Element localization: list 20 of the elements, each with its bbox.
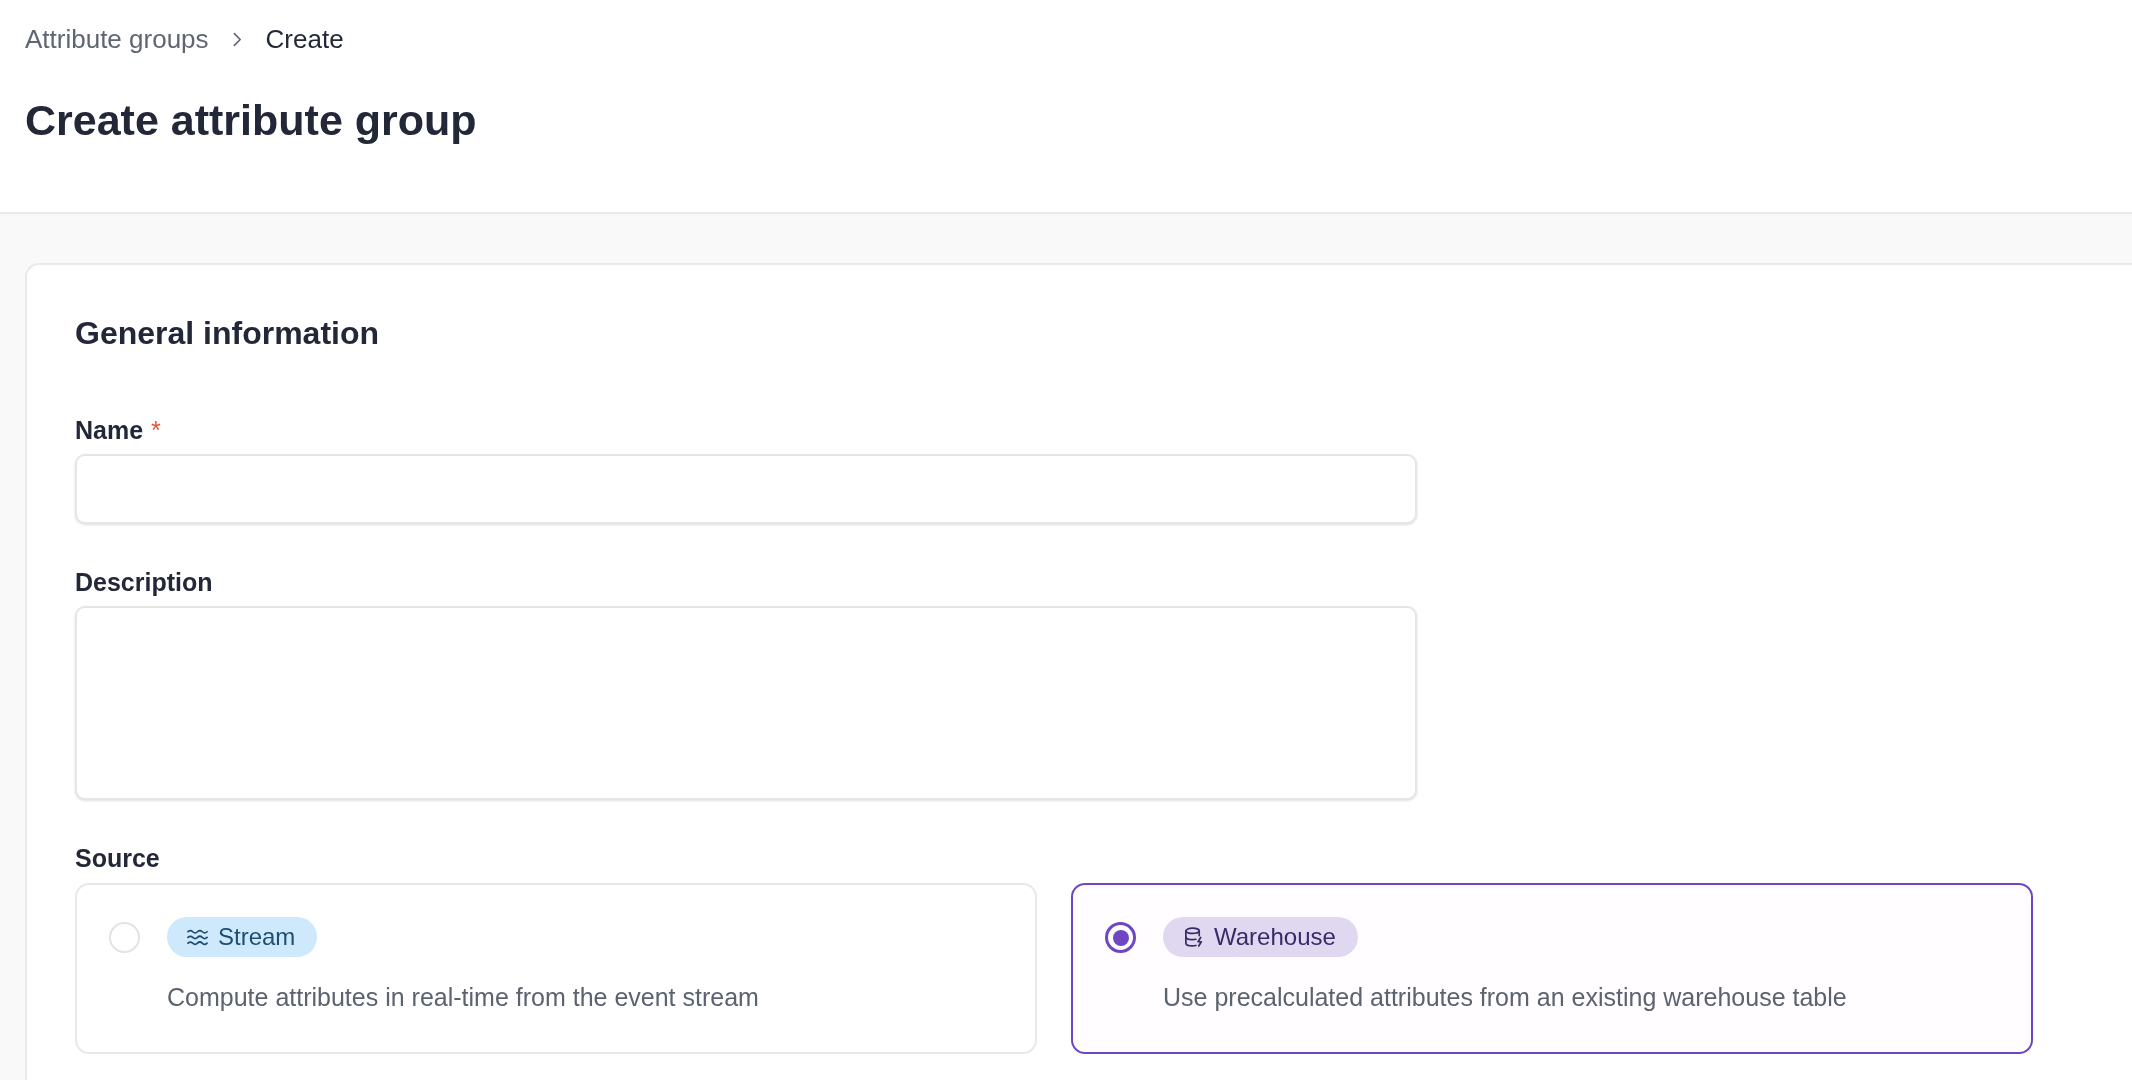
textarea-field[interactable] [75,606,1417,800]
source-option-card[interactable]: Stream Compute attributes in real-time from the event stream [75,883,1037,1054]
waves-icon [187,927,208,947]
required-mark: * [151,415,161,446]
tag-label: Warehouse [1214,922,1336,952]
breadcrumb-current[interactable]: Create [265,22,344,56]
breadcrumb-link[interactable]: Attribute groups [25,22,209,56]
field-label: Source [75,843,160,874]
source-option-card[interactable]: Warehouse Use precalculated attributes from an existing warehouse table [1071,883,2033,1054]
database-icon [1183,927,1204,947]
option-description: Use precalculated attributes from an existing warehouse table [1163,982,1847,1013]
field-label: Name [75,415,144,446]
text-input[interactable] [75,454,1417,524]
page-title: Create attribute group [25,95,477,146]
radio-button[interactable] [1105,922,1136,953]
chevron-right-icon [232,31,242,47]
field-label: Description [75,567,213,598]
section-title: General information [75,314,380,353]
option-description: Compute attributes in real-time from the event stream [167,982,759,1013]
tag-label: Stream [218,922,296,952]
